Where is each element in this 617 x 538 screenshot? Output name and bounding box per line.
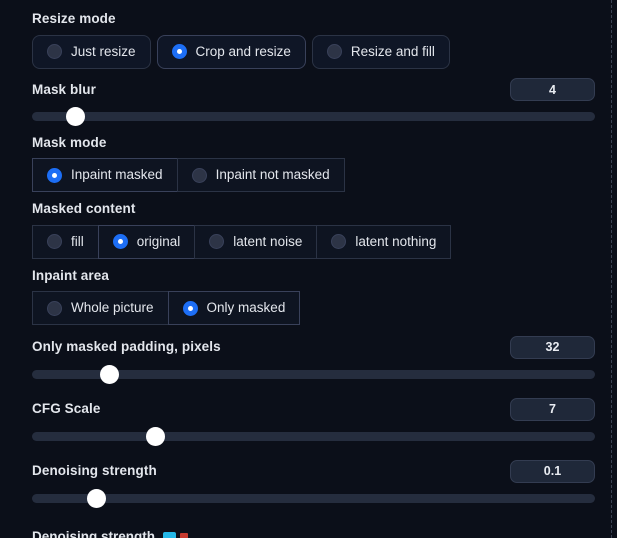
radio-dot-icon [331,234,347,249]
denoising-strength-number-input[interactable]: 0.1 [510,459,595,483]
radio-only-masked[interactable]: Only masked [167,291,301,325]
denoising-strength-header: Denoising strength 0.1 [32,456,595,486]
only-masked-padding-header: Only masked padding, pixels 32 [32,332,595,362]
inpaint-area-radio-row: Whole picture Only masked [32,291,301,325]
red-square-icon [180,532,189,538]
radio-latent-noise[interactable]: latent noise [194,224,318,259]
slider-track [32,493,595,503]
radio-dot-icon [47,44,62,59]
cyan-square-icon [163,531,177,538]
denoising-strength-slider[interactable] [32,487,595,509]
radio-label: Inpaint not masked [215,167,330,183]
mask-blur-header: Mask blur 4 [32,75,595,105]
only-masked-padding-number-input[interactable]: 32 [510,335,595,359]
radio-label: Whole picture [71,300,154,316]
masked-content-group: Masked content fill original latent nois… [32,202,595,259]
radio-label: latent nothing [355,233,437,249]
radio-label: Crop and resize [195,43,291,59]
resize-mode-group: Resize mode Just resize Crop and resize … [32,0,595,69]
resize-mode-label: Resize mode [32,11,116,26]
slider-track [32,112,595,121]
panel-dashed-divider [611,0,612,538]
mask-mode-label: Mask mode [32,134,107,150]
mask-blur-slider[interactable] [32,106,595,128]
radio-label: fill [71,233,84,249]
radio-dot-icon [47,300,62,316]
radio-just-resize[interactable]: Just resize [32,34,151,69]
inpaint-area-group: Inpaint area Whole picture Only masked [32,267,595,325]
mask-blur-number-input[interactable]: 4 [510,78,595,101]
radio-dot-icon [47,234,62,249]
mask-mode-radio-row: Inpaint masked Inpaint not masked [32,158,345,192]
masked-content-label: Masked content [32,201,136,216]
radio-original[interactable]: original [97,224,196,259]
cfg-scale-header: CFG Scale 7 [32,394,595,424]
radio-label: Just resize [71,43,136,59]
cfg-scale-label: CFG Scale [32,401,101,417]
cfg-scale-slider-block: CFG Scale 7 [32,394,595,447]
radio-dot-selected-icon [182,300,198,316]
denoising-strength-label: Denoising strength [32,463,157,479]
clipped-bottom-icons [163,531,189,538]
radio-whole-picture[interactable]: Whole picture [32,291,169,325]
radio-dot-selected-icon [47,167,62,183]
mask-blur-label: Mask blur [32,81,96,97]
radio-fill[interactable]: fill [32,224,99,259]
cfg-scale-slider[interactable] [32,425,595,447]
radio-dot-icon [326,44,342,59]
slider-handle[interactable] [86,488,106,508]
radio-inpaint-masked[interactable]: Inpaint masked [32,158,178,192]
cfg-scale-number-input[interactable]: 7 [510,397,595,421]
inpaint-area-label: Inpaint area [32,267,109,283]
resize-mode-radio-row: Just resize Crop and resize Resize and f… [32,34,450,69]
radio-resize-and-fill[interactable]: Resize and fill [311,34,450,69]
denoising-strength-slider-block: Denoising strength 0.1 [32,456,595,509]
only-masked-padding-label: Only masked padding, pixels [32,339,221,355]
slider-handle[interactable] [100,364,120,384]
only-masked-padding-slider[interactable] [32,363,595,385]
radio-crop-and-resize[interactable]: Crop and resize [156,34,306,69]
radio-label: Resize and fill [350,43,435,59]
radio-dot-selected-icon [171,44,187,59]
slider-track [32,431,595,441]
clipped-bottom-row: Denoising strength [32,530,601,538]
radio-dot-selected-icon [112,234,128,249]
radio-dot-icon [191,167,207,183]
radio-label: Inpaint masked [71,167,163,183]
radio-inpaint-not-masked[interactable]: Inpaint not masked [176,158,345,192]
radio-label: latent noise [233,233,303,249]
slider-handle[interactable] [66,107,86,126]
img2img-inpaint-settings-panel: Resize mode Just resize Crop and resize … [0,0,611,538]
radio-latent-nothing[interactable]: latent nothing [316,224,452,259]
mask-mode-group: Mask mode Inpaint masked Inpaint not mas… [32,134,595,192]
radio-dot-icon [209,234,225,249]
clipped-bottom-label: Denoising strength [32,530,156,538]
masked-content-radio-row: fill original latent noise latent nothin… [32,224,452,259]
slider-handle[interactable] [145,426,165,446]
only-masked-padding-slider-block: Only masked padding, pixels 32 [32,332,595,385]
mask-blur-slider-block: Mask blur 4 [32,75,595,128]
radio-label: original [136,233,181,249]
radio-label: Only masked [206,300,286,316]
